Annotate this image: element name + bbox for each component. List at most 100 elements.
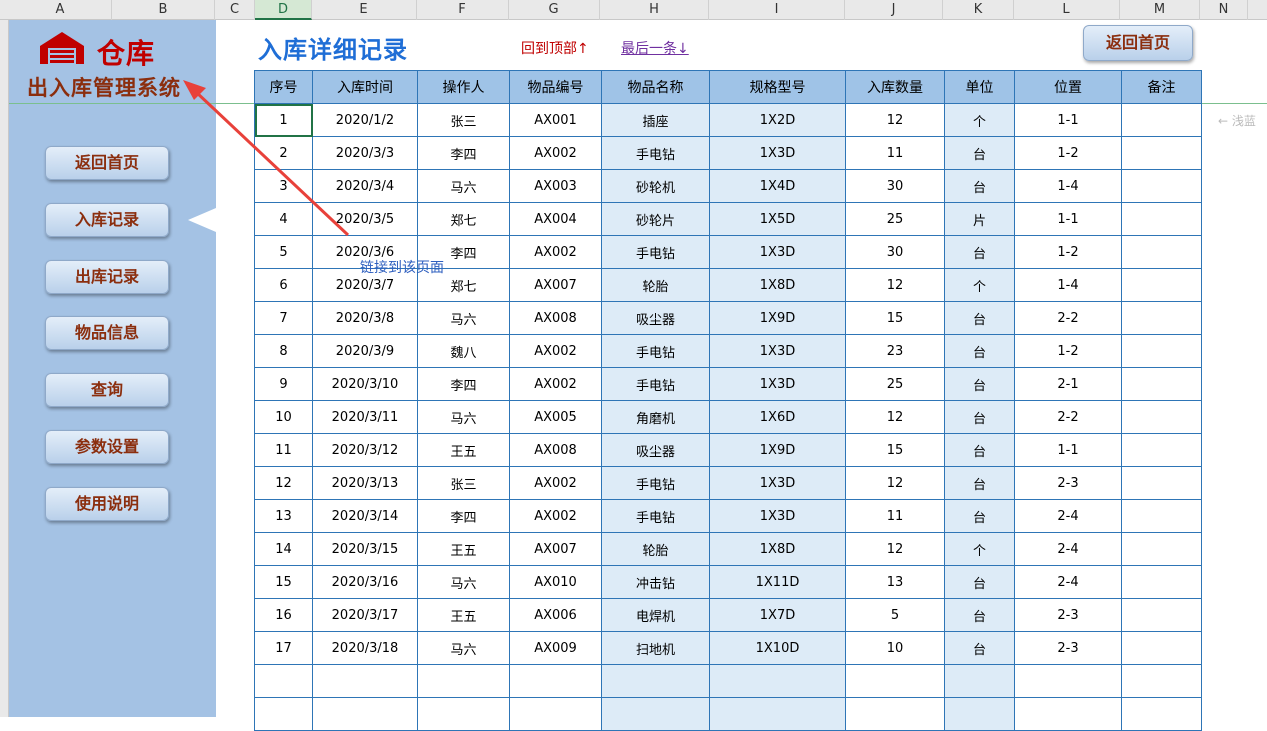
- table-cell[interactable]: 手电钻: [601, 235, 710, 269]
- table-cell[interactable]: AX007: [509, 268, 602, 302]
- table-cell[interactable]: AX002: [509, 334, 602, 368]
- table-cell[interactable]: 1X5D: [709, 202, 846, 236]
- table-cell[interactable]: 马六: [417, 400, 510, 434]
- table-cell[interactable]: 1X4D: [709, 169, 846, 203]
- table-cell[interactable]: [1121, 136, 1202, 170]
- table-cell[interactable]: 2-3: [1014, 598, 1122, 632]
- table-cell[interactable]: 角磨机: [601, 400, 710, 434]
- table-cell[interactable]: 1-4: [1014, 268, 1122, 302]
- nav-button-3[interactable]: 出库记录: [45, 260, 169, 294]
- table-cell[interactable]: 1-2: [1014, 334, 1122, 368]
- table-cell[interactable]: 5: [845, 598, 945, 632]
- table-cell[interactable]: 5: [254, 235, 313, 269]
- column-header-i[interactable]: I: [709, 0, 845, 20]
- table-cell[interactable]: [601, 664, 710, 698]
- table-cell[interactable]: 台: [944, 565, 1015, 599]
- table-cell[interactable]: 李四: [417, 499, 510, 533]
- back-to-top-link[interactable]: 回到顶部↑: [521, 38, 589, 58]
- table-cell[interactable]: 2020/3/8: [312, 301, 418, 335]
- table-cell[interactable]: 14: [254, 532, 313, 566]
- table-cell[interactable]: 7: [254, 301, 313, 335]
- table-cell[interactable]: [254, 664, 313, 698]
- nav-button-1[interactable]: 返回首页: [45, 146, 169, 180]
- table-cell[interactable]: 2-3: [1014, 631, 1122, 665]
- table-cell[interactable]: 4: [254, 202, 313, 236]
- table-cell[interactable]: AX009: [509, 631, 602, 665]
- table-cell[interactable]: 砂轮片: [601, 202, 710, 236]
- column-header-a[interactable]: A: [9, 0, 112, 20]
- nav-button-7[interactable]: 使用说明: [45, 487, 169, 521]
- table-cell[interactable]: 2020/3/15: [312, 532, 418, 566]
- table-cell[interactable]: 12: [845, 532, 945, 566]
- table-cell[interactable]: 10: [254, 400, 313, 434]
- table-cell[interactable]: 扫地机: [601, 631, 710, 665]
- table-cell[interactable]: 个: [944, 268, 1015, 302]
- table-cell[interactable]: AX007: [509, 532, 602, 566]
- table-cell[interactable]: [1121, 367, 1202, 401]
- column-header-f[interactable]: F: [416, 0, 509, 20]
- table-cell[interactable]: 张三: [417, 103, 510, 137]
- table-cell[interactable]: 2-2: [1014, 400, 1122, 434]
- table-cell[interactable]: [944, 664, 1015, 698]
- table-cell[interactable]: 吸尘器: [601, 433, 710, 467]
- table-cell[interactable]: [1121, 532, 1202, 566]
- table-cell[interactable]: 12: [845, 400, 945, 434]
- table-cell[interactable]: [509, 664, 602, 698]
- table-cell[interactable]: 台: [944, 169, 1015, 203]
- table-cell[interactable]: 吸尘器: [601, 301, 710, 335]
- table-cell[interactable]: 15: [845, 301, 945, 335]
- column-header-g[interactable]: G: [508, 0, 600, 20]
- table-cell[interactable]: 13: [845, 565, 945, 599]
- table-cell[interactable]: 手电钻: [601, 466, 710, 500]
- column-header-b[interactable]: B: [112, 0, 215, 20]
- table-cell[interactable]: 1X6D: [709, 400, 846, 434]
- last-record-link[interactable]: 最后一条↓: [621, 38, 689, 58]
- table-cell[interactable]: 马六: [417, 631, 510, 665]
- table-cell[interactable]: 2020/3/9: [312, 334, 418, 368]
- table-cell[interactable]: 1X3D: [709, 136, 846, 170]
- table-cell[interactable]: 3: [254, 169, 313, 203]
- table-cell[interactable]: 2020/3/3: [312, 136, 418, 170]
- table-cell[interactable]: 1X10D: [709, 631, 846, 665]
- table-cell[interactable]: [1121, 499, 1202, 533]
- table-cell[interactable]: AX006: [509, 598, 602, 632]
- table-cell[interactable]: 1X3D: [709, 499, 846, 533]
- table-cell[interactable]: 30: [845, 169, 945, 203]
- table-cell[interactable]: 2020/3/13: [312, 466, 418, 500]
- table-cell[interactable]: [1121, 268, 1202, 302]
- table-cell[interactable]: 王五: [417, 433, 510, 467]
- table-cell[interactable]: 15: [845, 433, 945, 467]
- table-cell[interactable]: 12: [845, 103, 945, 137]
- table-cell[interactable]: 2020/3/17: [312, 598, 418, 632]
- table-cell[interactable]: 11: [845, 499, 945, 533]
- table-cell[interactable]: 1-1: [1014, 103, 1122, 137]
- table-cell[interactable]: 16: [254, 598, 313, 632]
- table-cell[interactable]: [1121, 598, 1202, 632]
- column-header-d[interactable]: D: [255, 0, 312, 20]
- table-cell[interactable]: 30: [845, 235, 945, 269]
- table-cell[interactable]: [1121, 169, 1202, 203]
- table-cell[interactable]: 6: [254, 268, 313, 302]
- nav-button-5[interactable]: 查询: [45, 373, 169, 407]
- table-cell[interactable]: 1-1: [1014, 433, 1122, 467]
- table-cell[interactable]: 台: [944, 499, 1015, 533]
- table-cell[interactable]: AX002: [509, 499, 602, 533]
- table-cell[interactable]: 台: [944, 367, 1015, 401]
- table-cell[interactable]: [709, 664, 846, 698]
- table-cell[interactable]: 2020/3/14: [312, 499, 418, 533]
- table-cell[interactable]: [1121, 235, 1202, 269]
- table-cell[interactable]: 2020/1/2: [312, 103, 418, 137]
- table-cell[interactable]: AX008: [509, 433, 602, 467]
- table-cell[interactable]: 台: [944, 334, 1015, 368]
- column-header-c[interactable]: C: [215, 0, 255, 20]
- table-cell[interactable]: 17: [254, 631, 313, 665]
- table-cell[interactable]: [709, 697, 846, 731]
- table-cell[interactable]: [417, 697, 510, 731]
- table-cell[interactable]: 张三: [417, 466, 510, 500]
- table-cell[interactable]: 台: [944, 136, 1015, 170]
- table-cell[interactable]: 1X8D: [709, 532, 846, 566]
- table-cell[interactable]: 轮胎: [601, 268, 710, 302]
- table-cell[interactable]: 1-2: [1014, 235, 1122, 269]
- table-cell[interactable]: 13: [254, 499, 313, 533]
- table-cell[interactable]: 李四: [417, 136, 510, 170]
